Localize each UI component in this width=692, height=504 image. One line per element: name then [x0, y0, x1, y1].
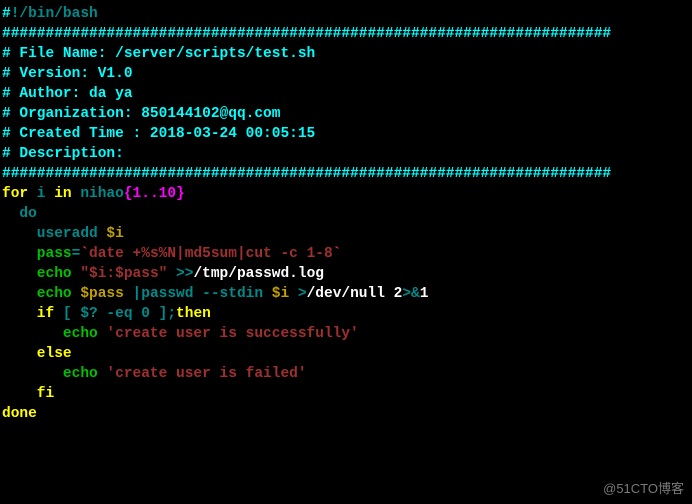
echo1-line: echo "$i:$pass" >>/tmp/passwd.log — [2, 264, 690, 284]
echo-ok-line: echo 'create user is successfully' — [2, 324, 690, 344]
if-line: if [ $? -eq 0 ];then — [2, 304, 690, 324]
header-desc: # Description: — [2, 144, 690, 164]
echo2-redir: > — [298, 286, 307, 302]
shebang-path: !/bin/bash — [11, 6, 98, 22]
useradd-line: useradd $i — [2, 224, 690, 244]
else-line: else — [2, 344, 690, 364]
watermark: @51CTO博客 — [603, 480, 684, 498]
btick-close: ` — [333, 246, 342, 262]
echo1-redir: >> — [176, 266, 193, 282]
header-version: # Version: V1.0 — [2, 64, 690, 84]
echo1-cmd: echo — [2, 266, 72, 282]
echo-fail-str: 'create user is failed' — [106, 366, 306, 382]
date-cmd: date +%s%N|md5sum|cut -c 1-8 — [89, 246, 333, 262]
echo2-one: 1 — [420, 286, 429, 302]
seq-prefix: nihao — [72, 186, 124, 202]
header-file: # File Name: /server/scripts/test.sh — [2, 44, 690, 64]
echo2-var: $pass — [72, 286, 133, 302]
done-line: done — [2, 404, 690, 424]
btick-open: ` — [80, 246, 89, 262]
hash: # — [2, 6, 11, 22]
echo-fail-line: echo 'create user is failed' — [2, 364, 690, 384]
useradd-arg: $i — [106, 226, 123, 242]
echo-fail-cmd: echo — [2, 366, 106, 382]
ruler-bottom: ########################################… — [2, 164, 690, 184]
echo1-str: "$i:$pass" — [72, 266, 176, 282]
pass-var: pass — [2, 246, 72, 262]
fi-line: fi — [2, 384, 690, 404]
useradd-cmd: useradd — [2, 226, 106, 242]
echo2-amp: >& — [402, 286, 419, 302]
echo-ok-str: 'create user is successfully' — [106, 326, 358, 342]
ruler-top: ########################################… — [2, 24, 690, 44]
then-keyword: then — [176, 306, 211, 322]
for-var: i — [28, 186, 54, 202]
do-line: do — [2, 204, 690, 224]
header-author: # Author: da ya — [2, 84, 690, 104]
echo-ok-cmd: echo — [2, 326, 106, 342]
header-org: # Organization: 850144102@qq.com — [2, 104, 690, 124]
header-created: # Created Time : 2018-03-24 00:05:15 — [2, 124, 690, 144]
if-test: [ $? -eq 0 ]; — [54, 306, 176, 322]
echo2-pipe: |passwd --stdin — [133, 286, 272, 302]
for-keyword: for — [2, 186, 28, 202]
echo2-arg: $i — [272, 286, 298, 302]
echo2-cmd: echo — [2, 286, 72, 302]
echo2-line: echo $pass |passwd --stdin $i >/dev/null… — [2, 284, 690, 304]
in-keyword: in — [54, 186, 71, 202]
echo2-devnull: /dev/null — [307, 286, 394, 302]
for-line: for i in nihao{1..10} — [2, 184, 690, 204]
code-block: #!/bin/bash ############################… — [2, 4, 690, 424]
shebang-line: #!/bin/bash — [2, 4, 690, 24]
echo2-two: 2 — [394, 286, 403, 302]
brace-range: {1..10} — [124, 186, 185, 202]
if-keyword: if — [2, 306, 54, 322]
pass-line: pass=`date +%s%N|md5sum|cut -c 1-8` — [2, 244, 690, 264]
echo1-path: /tmp/passwd.log — [193, 266, 324, 282]
